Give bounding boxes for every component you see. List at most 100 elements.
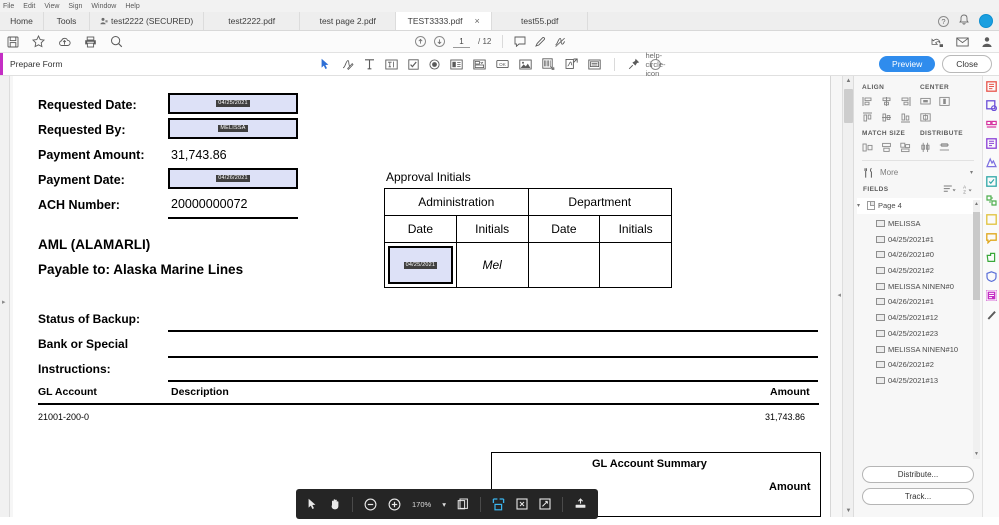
add-signature-icon[interactable] bbox=[341, 58, 354, 70]
align-right-icon[interactable] bbox=[900, 96, 911, 107]
payment-date-field[interactable]: 04/26/2021 bbox=[168, 168, 298, 189]
person-icon[interactable] bbox=[981, 36, 993, 48]
highlight-icon[interactable] bbox=[534, 36, 546, 48]
sign-icon[interactable] bbox=[554, 36, 566, 48]
align-middle-icon[interactable] bbox=[881, 112, 892, 123]
star-icon[interactable] bbox=[32, 35, 45, 48]
tree-field[interactable]: 04/26/2021#0 bbox=[860, 247, 982, 263]
tree-scrollbar-thumb[interactable] bbox=[973, 212, 980, 300]
center-both-icon[interactable] bbox=[920, 112, 931, 123]
organize-pages-icon[interactable] bbox=[986, 176, 997, 187]
distribute-button[interactable]: Distribute... bbox=[862, 466, 974, 483]
scroll-up-icon[interactable]: ▲ bbox=[843, 76, 853, 87]
more-tools-row[interactable]: More ▾ bbox=[854, 161, 982, 178]
center-vertical-icon[interactable] bbox=[939, 96, 950, 107]
fullscreen-icon[interactable] bbox=[539, 498, 551, 510]
track-button[interactable]: Track... bbox=[862, 488, 974, 505]
page-view-icon[interactable] bbox=[457, 498, 469, 510]
tab-document-test2222[interactable]: test2222.pdf bbox=[204, 12, 300, 30]
combine-files-icon[interactable] bbox=[986, 157, 997, 168]
tree-field[interactable]: 04/26/2021#1 bbox=[860, 294, 982, 310]
tree-scroll-up-icon[interactable]: ▲ bbox=[973, 200, 980, 209]
create-pdf-icon[interactable] bbox=[986, 100, 997, 111]
scrollbar-thumb[interactable] bbox=[844, 89, 853, 123]
approval-dept-date-cell[interactable] bbox=[528, 243, 600, 288]
cloud-upload-icon[interactable] bbox=[58, 36, 71, 48]
scroll-down-icon[interactable]: ▼ bbox=[843, 506, 853, 517]
radio-button-icon[interactable] bbox=[429, 59, 440, 70]
menu-window[interactable]: Window bbox=[91, 3, 116, 10]
button-icon[interactable]: OK bbox=[496, 59, 509, 69]
tree-field[interactable]: 04/25/2021#13 bbox=[860, 373, 982, 389]
fields-tree[interactable]: ▾ Page 1 04/25/2021#0 MELISSA 04/25/2021… bbox=[854, 198, 982, 461]
menu-sign[interactable]: Sign bbox=[68, 3, 82, 10]
menu-help[interactable]: Help bbox=[125, 3, 139, 10]
requested-date-field[interactable]: 04/25/2021 bbox=[168, 93, 298, 114]
edit-pdf-icon[interactable] bbox=[986, 119, 997, 130]
tree-field[interactable]: 04/26/2021#2 bbox=[860, 357, 982, 373]
left-navigation-rail[interactable]: ▸ bbox=[0, 76, 10, 517]
menu-view[interactable]: View bbox=[44, 3, 59, 10]
distribute-horizontal-icon[interactable] bbox=[939, 142, 950, 153]
sort-order-icon[interactable] bbox=[943, 184, 954, 195]
match-width-icon[interactable] bbox=[862, 142, 873, 153]
tab-document-test-page-2[interactable]: test page 2.pdf bbox=[300, 12, 396, 30]
tree-field[interactable]: MELISSA NINEN#0 bbox=[860, 278, 982, 294]
avatar[interactable] bbox=[979, 14, 993, 28]
bell-icon[interactable] bbox=[959, 14, 969, 28]
approval-date-field[interactable]: 04/25/2021 bbox=[388, 246, 453, 284]
tab-document-test3333[interactable]: TEST3333.pdf × bbox=[396, 12, 492, 30]
approval-admin-initials-cell[interactable]: Mel bbox=[456, 243, 528, 288]
zoom-dropdown-caret-icon[interactable]: ▾ bbox=[442, 500, 446, 509]
email-icon[interactable] bbox=[956, 37, 969, 47]
image-field-icon[interactable] bbox=[519, 59, 532, 70]
shield-protect-icon[interactable] bbox=[986, 271, 997, 282]
zoom-level-label[interactable]: 170% bbox=[412, 500, 431, 509]
approval-admin-date-cell[interactable]: 04/25/2021 bbox=[385, 243, 457, 288]
share-icon[interactable] bbox=[931, 36, 944, 48]
barcode-icon[interactable] bbox=[542, 58, 555, 70]
help-circle-icon[interactable]: help-circle-icon bbox=[650, 59, 661, 70]
tree-field[interactable]: 04/25/2021#2 bbox=[860, 263, 982, 279]
document-canvas[interactable]: Requested Date: 04/25/2021 Requested By:… bbox=[10, 76, 853, 517]
match-height-icon[interactable] bbox=[881, 142, 892, 153]
comment-pdf-icon[interactable] bbox=[986, 138, 997, 149]
tree-page-4[interactable]: ▾ Page 4 bbox=[857, 198, 982, 214]
preview-button[interactable]: Preview bbox=[879, 56, 935, 72]
previous-page-icon[interactable] bbox=[415, 36, 426, 47]
pin-icon[interactable] bbox=[628, 58, 640, 70]
dropdown-icon[interactable] bbox=[473, 59, 486, 70]
next-page-icon[interactable] bbox=[434, 36, 445, 47]
fill-sign-icon[interactable] bbox=[986, 195, 997, 206]
select-cursor-icon[interactable] bbox=[307, 498, 318, 510]
prepare-form-icon[interactable] bbox=[986, 290, 997, 301]
expand-left-panel-icon[interactable]: ▸ bbox=[2, 298, 6, 306]
align-center-h-icon[interactable] bbox=[881, 96, 892, 107]
tree-field[interactable]: 04/25/2021#23 bbox=[860, 326, 982, 342]
center-horizontal-icon[interactable] bbox=[920, 96, 931, 107]
measure-icon[interactable] bbox=[986, 309, 997, 320]
distribute-vertical-icon[interactable] bbox=[920, 142, 931, 153]
checkbox-icon[interactable] bbox=[408, 59, 419, 70]
stamp-icon[interactable] bbox=[986, 233, 997, 244]
chevron-down-icon[interactable]: ▾ bbox=[970, 169, 973, 176]
rotate-view-icon[interactable] bbox=[516, 498, 528, 510]
zoom-search-icon[interactable] bbox=[110, 35, 123, 48]
text-field-icon[interactable] bbox=[385, 59, 398, 70]
pdf-page[interactable]: Requested Date: 04/25/2021 Requested By:… bbox=[13, 76, 831, 517]
date-field-icon[interactable] bbox=[588, 59, 601, 70]
digital-signature-icon[interactable] bbox=[565, 58, 578, 70]
collapse-right-panel-icon[interactable]: ◂ bbox=[837, 291, 841, 299]
tab-document-test2222-secured[interactable]: test2222 (SECURED) bbox=[90, 12, 204, 30]
print-icon[interactable] bbox=[84, 36, 97, 48]
export-pdf-icon[interactable] bbox=[986, 81, 997, 92]
fit-page-icon[interactable] bbox=[492, 498, 505, 511]
close-button[interactable]: Close bbox=[942, 55, 992, 73]
align-top-icon[interactable] bbox=[862, 112, 873, 123]
requested-by-field[interactable]: MELISSA bbox=[168, 118, 298, 139]
hand-icon[interactable] bbox=[329, 498, 341, 510]
zoom-out-icon[interactable] bbox=[364, 498, 377, 511]
chevron-down-icon[interactable]: ▾ bbox=[857, 202, 864, 209]
tree-field[interactable]: MELISSA bbox=[860, 216, 982, 232]
page-number-input[interactable]: 1 bbox=[453, 36, 470, 48]
